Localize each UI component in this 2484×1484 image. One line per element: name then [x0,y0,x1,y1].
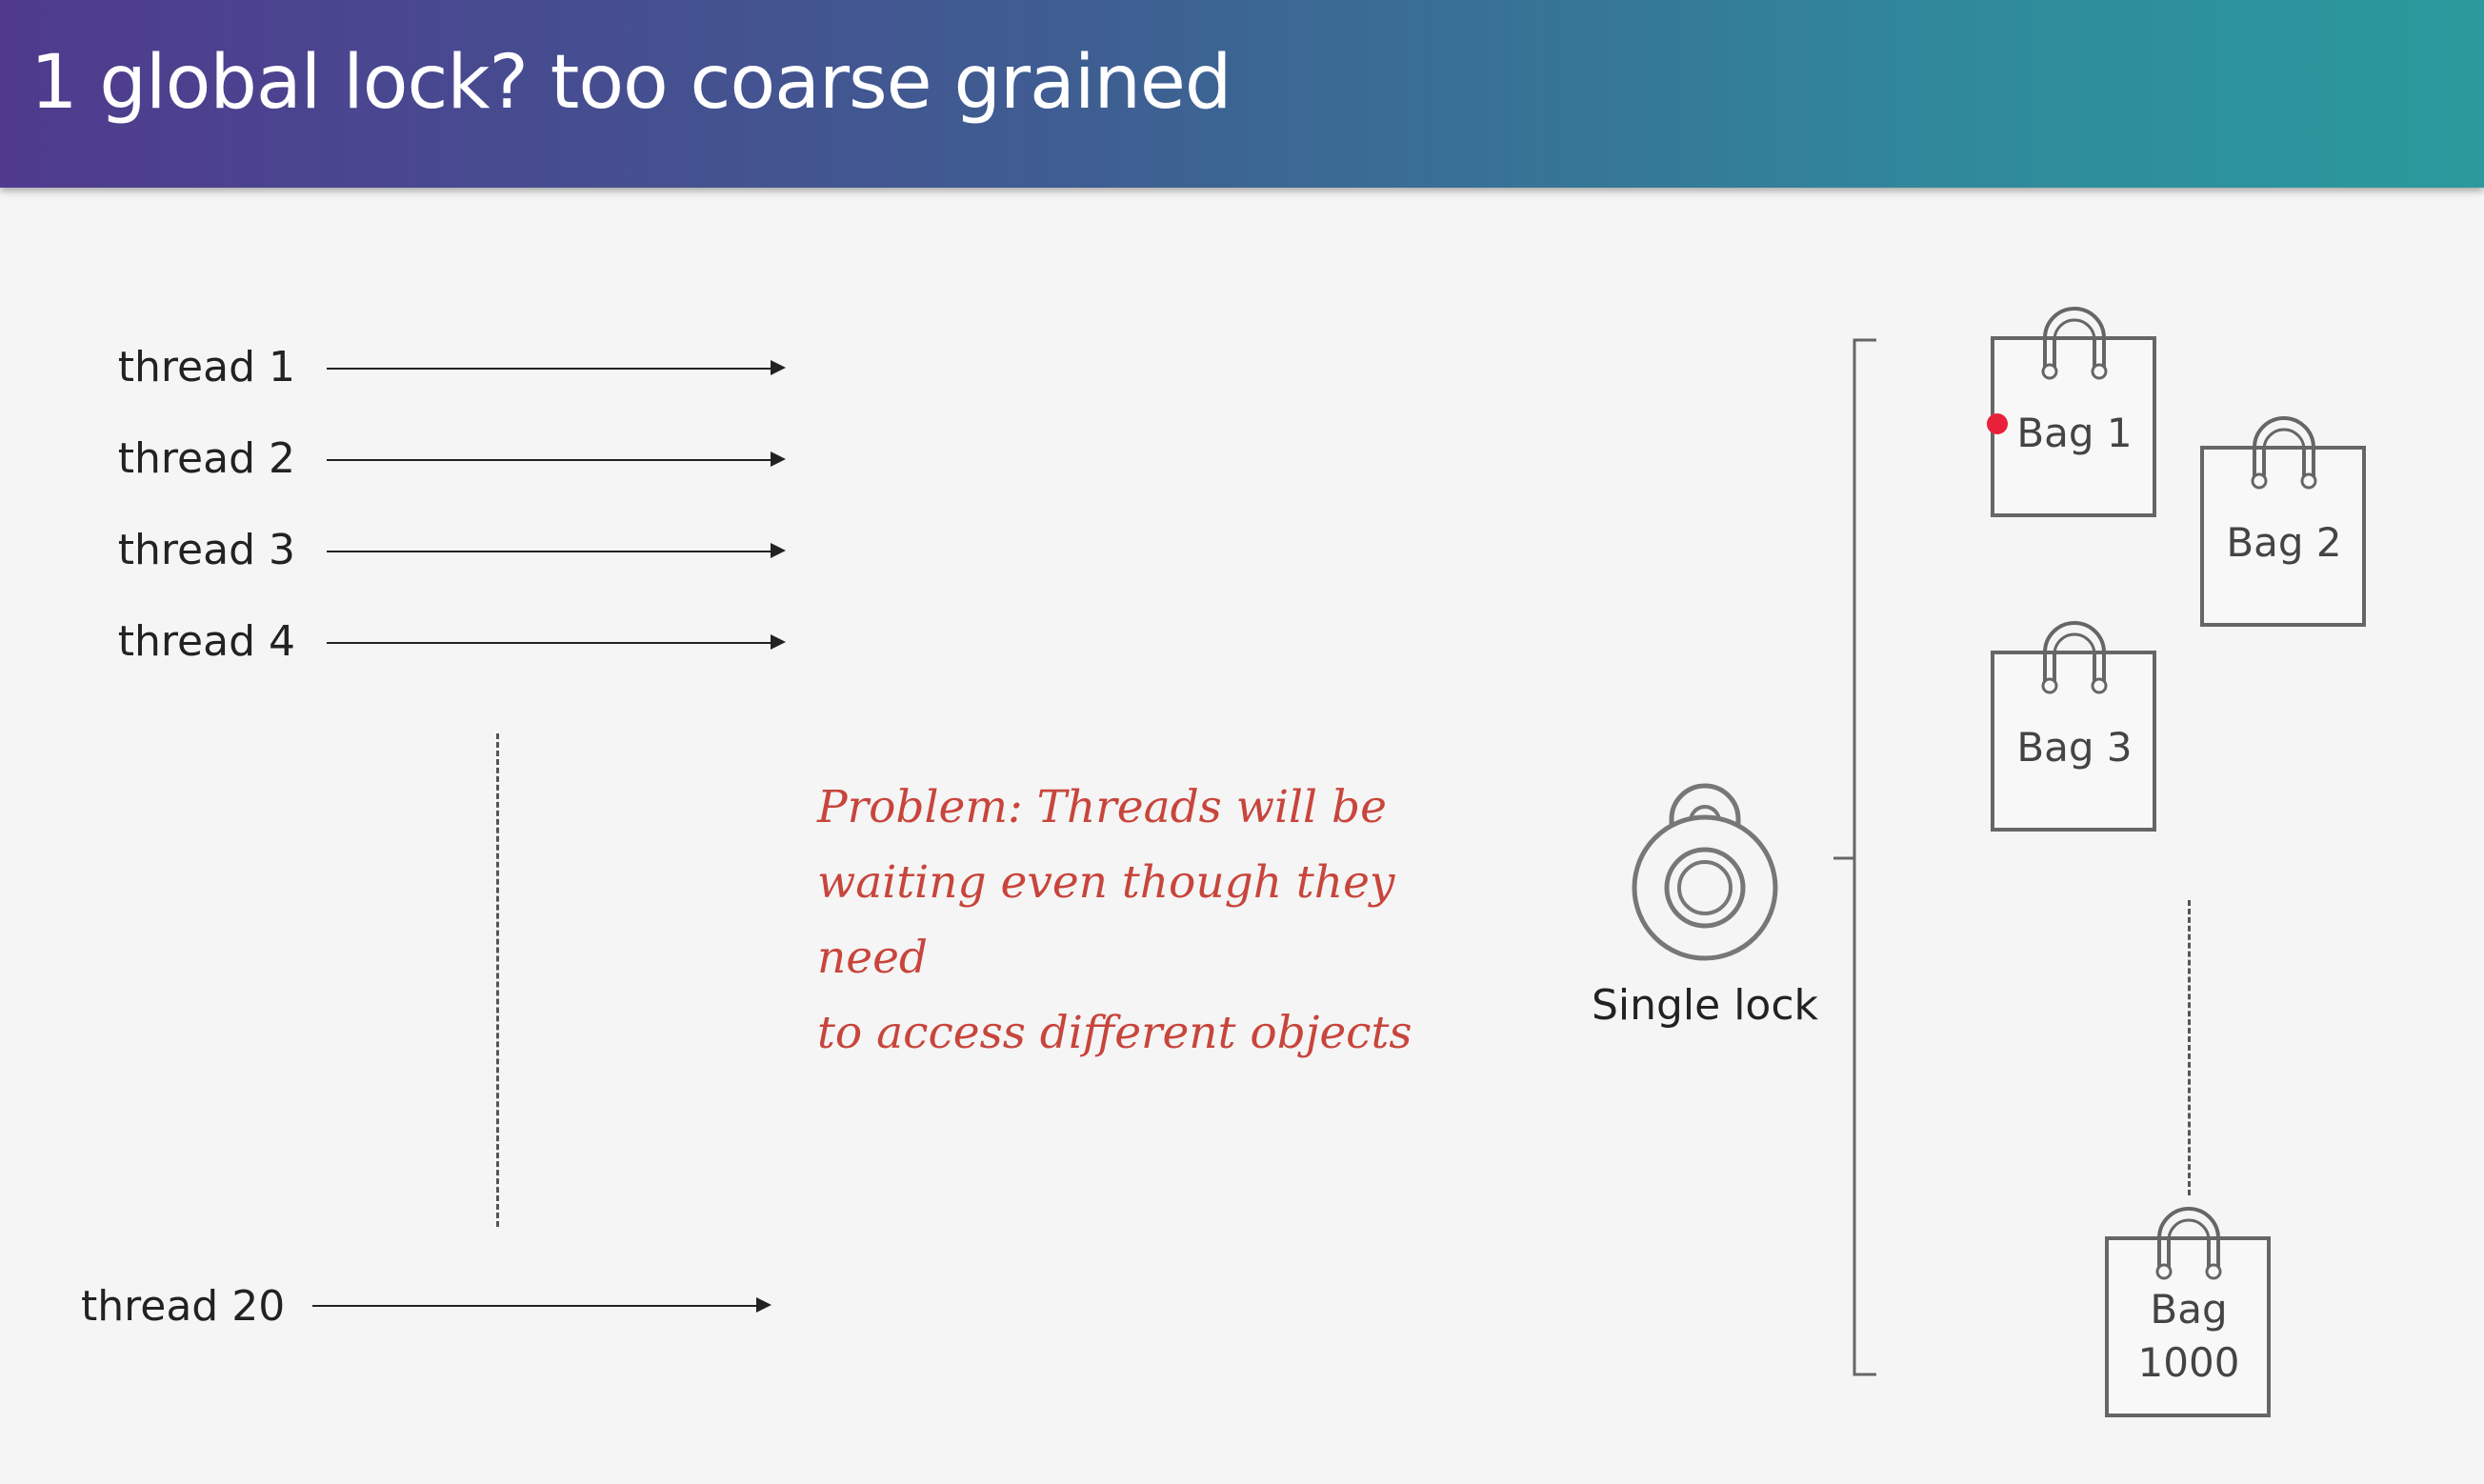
threads-ellipsis-dashed-line [496,733,499,1227]
thread-label-20: thread 20 [81,1282,286,1331]
slide-title: 1 global lock? too coarse grained [30,40,1232,126]
thread-arrow-20 [312,1297,771,1313]
bag-label: Bag 3 [2016,724,2133,771]
thread-arrow-1 [327,360,786,375]
padlock-icon [1632,783,1778,961]
thread-arrow-4 [327,634,786,650]
bag-label-line-1: Bag [2150,1286,2228,1333]
bag-1000: Bag 1000 [2105,1191,2273,1419]
thread-arrow-2 [327,451,786,467]
bag-1: Bag 1 [1991,291,2158,519]
slide-header: 1 global lock? too coarse grained [0,0,2484,188]
thread-label-2: thread 2 [117,434,295,483]
thread-label-1: thread 1 [117,343,295,391]
problem-note-line-1: Problem: Threads will be [817,781,1387,833]
bags-ellipsis-dashed-line [2188,900,2191,1195]
shopping-bag-icon [1991,307,2156,517]
thread-label-3: thread 3 [117,526,295,574]
shopping-bag-icon [1991,621,2156,832]
thread-label-4: thread 4 [117,617,295,666]
bag-label-line-2: 1000 [2137,1339,2240,1386]
problem-note: Problem: Threads will be waiting even th… [817,770,1484,1071]
pointer-dot [1987,413,2008,434]
problem-note-line-3: to access different objects [817,1007,1412,1059]
single-lock-label: Single lock [1591,981,1819,1030]
problem-note-line-2: waiting even though they need [817,856,1395,984]
thread-arrow-3 [327,543,786,558]
shopping-bag-icon [2200,416,2366,627]
bag-2: Bag 2 [2200,400,2368,629]
bags-bracket [1833,338,1876,1376]
bag-label: Bag 1 [2016,410,2133,456]
bag-label: Bag 2 [2226,519,2342,566]
bag-3: Bag 3 [1991,605,2158,833]
